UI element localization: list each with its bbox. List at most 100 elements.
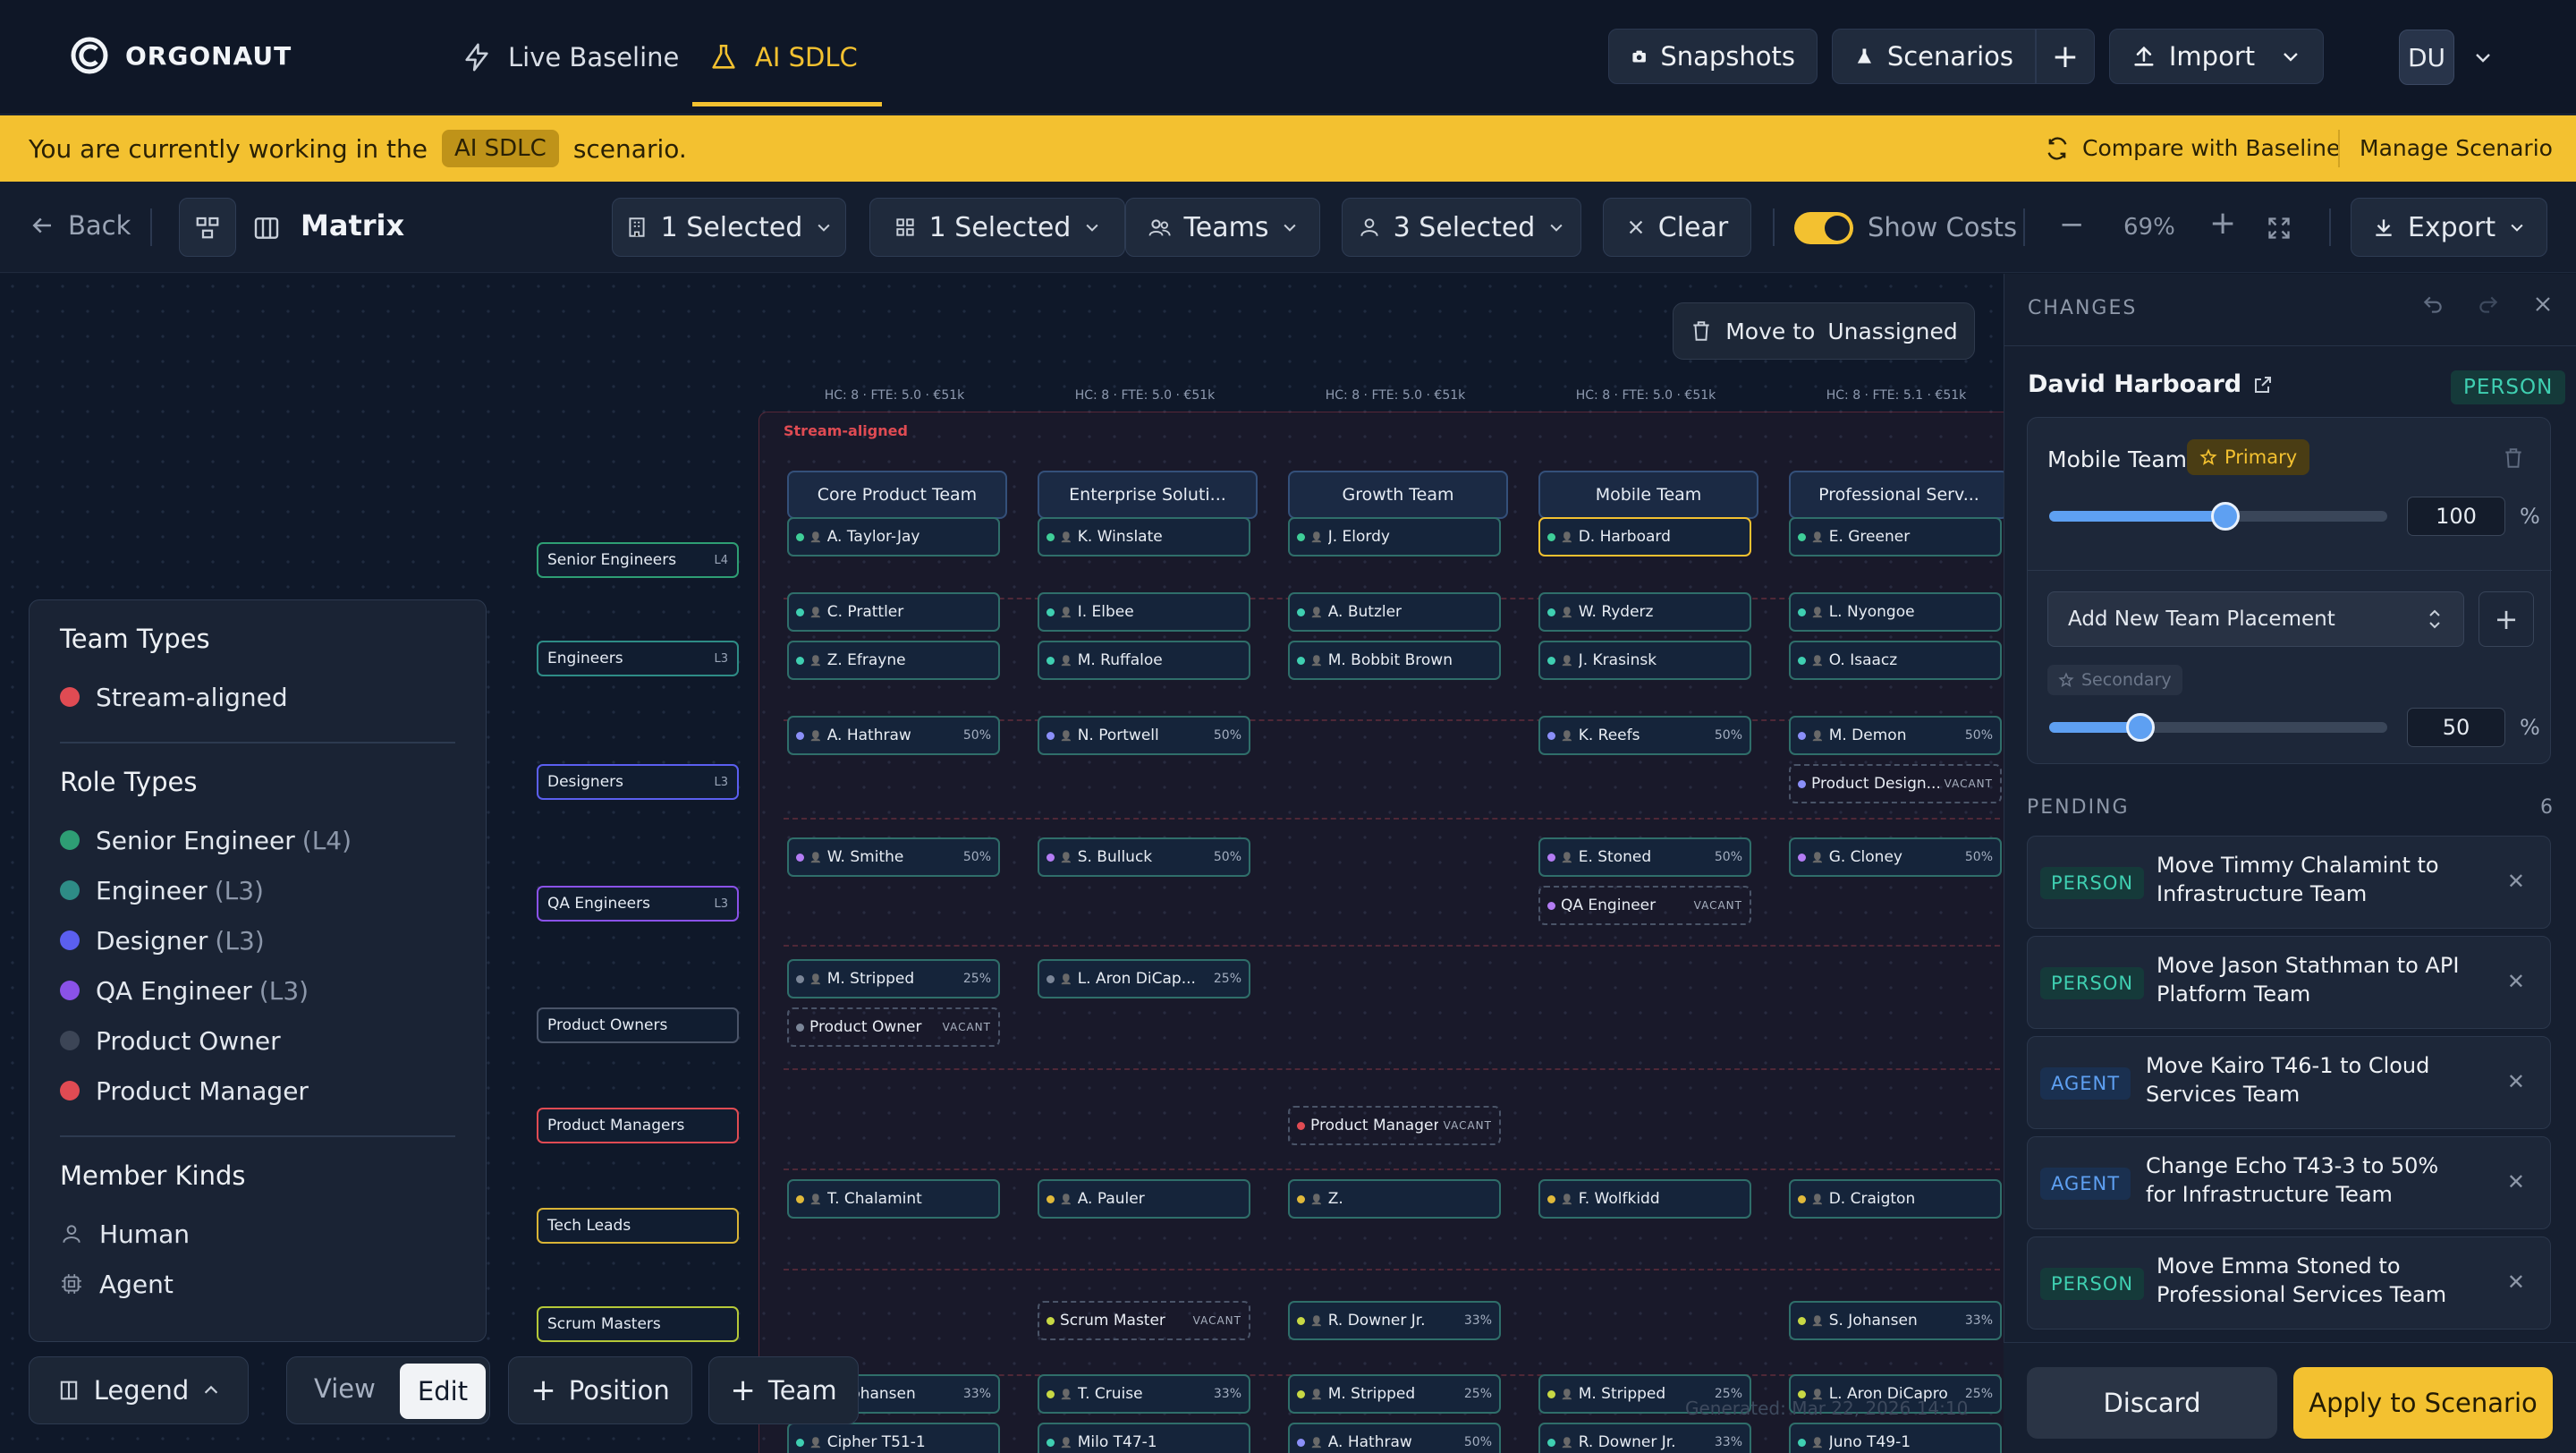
member-card[interactable]: 👤 Milo T47-1 xyxy=(1038,1423,1250,1453)
member-card[interactable]: 👤 C. Prattler xyxy=(787,592,1000,632)
member-card[interactable]: 👤 S. Bulluck 50% xyxy=(1038,837,1250,877)
tree-view-button[interactable] xyxy=(179,198,236,257)
pending-change-item[interactable]: PERSON Move Emma Stoned to Professional S… xyxy=(2027,1236,2551,1330)
member-card[interactable]: 👤 W. Smithe 50% xyxy=(787,837,1000,877)
role-row-label[interactable]: Tech Leads xyxy=(537,1208,739,1244)
apply-to-scenario-button[interactable]: Apply to Scenario xyxy=(2293,1367,2553,1439)
member-card[interactable]: 👤 O. Isaacz xyxy=(1789,641,2002,680)
add-team-placement-select[interactable]: Add New Team Placement xyxy=(2047,591,2464,647)
secondary-allocation-input[interactable]: 50 xyxy=(2407,708,2505,747)
selected-person-name[interactable]: David Harboard xyxy=(2028,370,2274,398)
member-card[interactable]: 👤 M. Bobbit Brown xyxy=(1288,641,1501,680)
member-card[interactable]: 👤 A. Hathraw 50% xyxy=(1288,1423,1501,1453)
member-card[interactable]: 👤 N. Portwell 50% xyxy=(1038,716,1250,755)
team-header[interactable]: Professional Serv... xyxy=(1789,471,2004,519)
add-team-button[interactable]: + Team xyxy=(708,1356,859,1424)
team-header[interactable]: Mobile Team xyxy=(1538,471,1758,519)
zoom-out-button[interactable]: − xyxy=(2059,207,2085,242)
remove-change-close-icon[interactable]: ✕ xyxy=(2507,869,2525,894)
primary-allocation-slider[interactable] xyxy=(2049,502,2387,531)
show-costs-toggle[interactable] xyxy=(1794,212,1853,244)
member-card[interactable]: 👤 Z. Efrayne xyxy=(787,641,1000,680)
snapshots-button[interactable]: Snapshots xyxy=(1608,29,1818,84)
matrix-view-icon[interactable] xyxy=(252,214,281,242)
add-scenario-button[interactable]: + xyxy=(2036,29,2095,84)
member-card[interactable]: 👤 L. Aron DiCap... 25% xyxy=(1038,959,1250,998)
vacant-position-card[interactable]: Product Owner VACANT xyxy=(787,1007,1000,1047)
member-card[interactable]: 👤 E. Greener xyxy=(1789,517,2002,557)
scenarios-button[interactable]: Scenarios xyxy=(1832,29,2036,84)
category-filter[interactable]: 1 Selected xyxy=(869,198,1125,257)
primary-allocation-input[interactable]: 100 xyxy=(2407,497,2505,536)
member-card[interactable]: 👤 A. Pauler xyxy=(1038,1179,1250,1219)
member-card[interactable]: 👤 T. Chalamint xyxy=(787,1179,1000,1219)
member-card[interactable]: 👤 D. Harboard xyxy=(1538,517,1751,557)
fit-screen-icon[interactable] xyxy=(2267,216,2292,241)
role-row-label[interactable]: Product Managers xyxy=(537,1108,739,1143)
user-menu-chevron-down-icon[interactable] xyxy=(2472,47,2494,68)
vacant-position-card[interactable]: Scrum Master VACANT xyxy=(1038,1301,1250,1340)
member-card[interactable]: 👤 R. Downer Jr. 33% xyxy=(1288,1301,1501,1340)
manage-scenario-button[interactable]: Manage Scenario xyxy=(2360,135,2553,161)
people-filter[interactable]: 3 Selected xyxy=(1342,198,1581,257)
external-link-icon[interactable] xyxy=(2252,374,2274,395)
export-button[interactable]: Export xyxy=(2351,198,2547,257)
member-card[interactable]: 👤 Z. xyxy=(1288,1179,1501,1219)
member-card[interactable]: 👤 K. Reefs 50% xyxy=(1538,716,1751,755)
member-card[interactable]: 👤 Juno T49-1 xyxy=(1789,1423,2002,1453)
role-row-label[interactable]: Scrum Masters xyxy=(537,1306,739,1342)
pending-change-item[interactable]: AGENT Change Echo T43-3 to 50% for Infras… xyxy=(2027,1136,2551,1229)
member-card[interactable]: 👤 R. Downer Jr. 33% xyxy=(1538,1423,1751,1453)
pending-change-item[interactable]: PERSON Move Timmy Chalamint to Infrastruc… xyxy=(2027,836,2551,929)
member-card[interactable]: 👤 A. Hathraw 50% xyxy=(787,716,1000,755)
legend-toggle-button[interactable]: Legend xyxy=(29,1356,249,1424)
member-card[interactable]: 👤 M. Demon 50% xyxy=(1789,716,2002,755)
remove-change-close-icon[interactable]: ✕ xyxy=(2507,1169,2525,1194)
member-card[interactable]: 👤 D. Craigton xyxy=(1789,1179,2002,1219)
trash-icon[interactable] xyxy=(2502,446,2525,470)
role-row-label[interactable]: Product Owners xyxy=(537,1007,739,1043)
user-avatar[interactable]: DU xyxy=(2399,30,2454,85)
member-card[interactable]: 👤 Cipher T51-1 xyxy=(787,1423,1000,1453)
vacant-position-card[interactable]: Product Design... VACANT xyxy=(1789,764,2002,803)
member-card[interactable]: 👤 E. Stoned 50% xyxy=(1538,837,1751,877)
add-placement-button[interactable]: + xyxy=(2479,591,2534,647)
member-card[interactable]: 👤 J. Elordy xyxy=(1288,517,1501,557)
nav-tab-live-baseline[interactable]: Live Baseline xyxy=(462,32,679,82)
member-card[interactable]: 👤 J. Krasinsk xyxy=(1538,641,1751,680)
compare-baseline-button[interactable]: Compare with Baseline xyxy=(2045,135,2340,161)
member-card[interactable]: 👤 S. Johansen 33% xyxy=(1789,1301,2002,1340)
member-card[interactable]: 👤 T. Cruise 33% xyxy=(1038,1374,1250,1414)
team-header[interactable]: Growth Team xyxy=(1288,471,1508,519)
pending-change-item[interactable]: PERSON Move Jason Stathman to API Platfor… xyxy=(2027,936,2551,1029)
member-card[interactable]: 👤 A. Butzler xyxy=(1288,592,1501,632)
back-button[interactable]: Back xyxy=(29,210,131,241)
vacant-position-card[interactable]: Product Manager VACANT xyxy=(1288,1106,1501,1145)
app-logo[interactable]: ORGONAUT xyxy=(70,36,292,75)
slider-knob[interactable] xyxy=(2126,713,2156,742)
pending-change-item[interactable]: AGENT Move Kairo T46-1 to Cloud Services … xyxy=(2027,1036,2551,1129)
view-mode-button[interactable]: View xyxy=(314,1373,376,1404)
role-row-label[interactable]: Designers L3 xyxy=(537,764,739,800)
member-card[interactable]: 👤 G. Cloney 50% xyxy=(1789,837,2002,877)
close-icon[interactable] xyxy=(2532,293,2554,315)
member-card[interactable]: 👤 K. Winslate xyxy=(1038,517,1250,557)
undo-icon[interactable] xyxy=(2421,293,2445,317)
discard-button[interactable]: Discard xyxy=(2027,1367,2277,1439)
edit-mode-button[interactable]: Edit xyxy=(400,1364,486,1419)
team-header[interactable]: Enterprise Soluti... xyxy=(1038,471,1258,519)
remove-change-close-icon[interactable]: ✕ xyxy=(2507,1270,2525,1295)
zoom-in-button[interactable]: + xyxy=(2209,205,2236,242)
member-card[interactable]: 👤 M. Ruffaloe xyxy=(1038,641,1250,680)
team-header[interactable]: Core Product Team xyxy=(787,471,1007,519)
add-position-button[interactable]: + Position xyxy=(508,1356,692,1424)
member-card[interactable]: 👤 F. Wolfkidd xyxy=(1538,1179,1751,1219)
member-card[interactable]: 👤 A. Taylor-Jay xyxy=(787,517,1000,557)
member-card[interactable]: 👤 I. Elbee xyxy=(1038,592,1250,632)
secondary-allocation-slider[interactable] xyxy=(2049,713,2387,742)
member-card[interactable]: 👤 M. Stripped 25% xyxy=(787,959,1000,998)
member-card[interactable]: 👤 M. Stripped 25% xyxy=(1288,1374,1501,1414)
remove-change-close-icon[interactable]: ✕ xyxy=(2507,969,2525,994)
move-to-unassigned-button[interactable]: Move to Unassigned xyxy=(1673,302,1975,360)
slider-knob[interactable] xyxy=(2210,502,2240,531)
